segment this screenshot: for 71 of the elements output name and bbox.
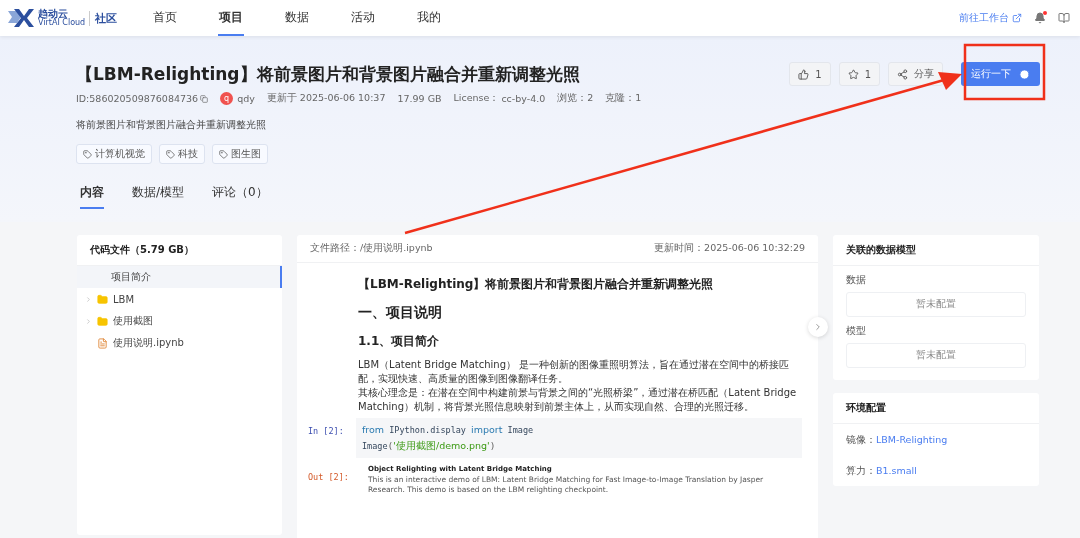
notification-bell-icon[interactable]	[1034, 12, 1046, 24]
community-label: 社区	[89, 10, 118, 26]
paragraph: LBM（Latent Bridge Matching） 是一种创新的图像重照明算法，旨在通过潜在空间中的桥接匹配，实现快速、高质量的图像到图像翻译任务。	[358, 358, 791, 386]
tag-icon	[83, 149, 92, 159]
folder-icon	[97, 315, 108, 327]
share-button[interactable]: 分享	[888, 62, 943, 86]
project-description: 将前景图片和背景图片融合并重新调整光照	[76, 119, 267, 132]
license-value: cc-by-4.0	[501, 93, 546, 104]
update-time: 更新于 2025-06-06 10:37	[266, 92, 386, 105]
tag-chip[interactable]: 计算机视觉	[76, 144, 152, 164]
logo-subtitle: VirtAI Cloud	[38, 19, 86, 27]
expand-icon[interactable]	[85, 317, 92, 325]
book-icon[interactable]	[1058, 12, 1070, 24]
project-size: 17.99 GB	[397, 93, 442, 104]
input-prompt: In [2]:	[308, 425, 345, 438]
empty-slot: 暂未配置	[846, 292, 1026, 317]
expand-icon[interactable]	[85, 295, 92, 303]
tag-icon	[166, 149, 175, 159]
project-id: ID:586020509876084736	[76, 93, 199, 104]
workbench-link[interactable]: 前往工作台	[959, 11, 1022, 25]
file-tree-item[interactable]: 项目简介	[77, 266, 282, 288]
like-button[interactable]: 1	[789, 62, 831, 86]
panel-title: 环境配置	[833, 393, 1039, 424]
content-tab[interactable]: 数据/模型	[132, 184, 185, 209]
file-path: 文件路径：/使用说明.ipynb	[310, 242, 433, 255]
nav-tab[interactable]: 首页	[152, 0, 178, 36]
star-icon	[847, 68, 859, 80]
thumbs-up-icon	[798, 68, 810, 80]
folder-icon	[97, 293, 108, 305]
field-label: 镜像：	[846, 434, 876, 447]
license-label: License：	[453, 92, 500, 105]
field-link[interactable]: LBM-Relighting	[876, 434, 948, 447]
clone-count: 克隆：1	[605, 92, 642, 105]
star-button[interactable]: 1	[838, 62, 880, 86]
section-heading: 一、项目说明	[358, 304, 443, 322]
author-name[interactable]: qdy	[237, 93, 255, 104]
paragraph: 其核心理念是：在潜在空间中构建前景与背景之间的“光照桥梁”，通过潜在桥匹配（Latent Bridge Matching）机制，将背景光照信息映射到前景主体上，从而实现自然、合理的光照迁移。	[358, 386, 798, 414]
file-tree-item[interactable]: 使用截图	[77, 310, 282, 332]
document-title: 【LBM-Relighting】将前景图片和背景图片融合并重新调整光照	[358, 276, 715, 293]
notebook-file-icon	[97, 337, 108, 349]
update-time: 更新时间：2025-06-06 10:32:29	[654, 242, 805, 255]
section-label: 模型	[846, 325, 867, 338]
copy-icon[interactable]	[200, 94, 209, 103]
field-link[interactable]: B1.small	[876, 465, 917, 478]
code-cell: from IPython.display import Image Image('使用截图/demo.png')	[356, 418, 802, 458]
content-tab[interactable]: 评论（0）	[212, 184, 268, 209]
subsection-heading: 1.1、项目简介	[358, 333, 441, 350]
logo-icon	[8, 9, 34, 27]
output-prompt: Out [2]:	[308, 471, 350, 484]
panel-title: 关联的数据模型	[833, 235, 1039, 266]
external-link-icon	[1012, 13, 1022, 23]
tag-icon	[219, 149, 228, 159]
file-tree-item[interactable]: LBM	[77, 288, 282, 310]
nav-tab[interactable]: 数据	[284, 0, 310, 36]
logo-name: 趋动云	[38, 9, 68, 19]
field-label: 算力：	[846, 465, 876, 478]
nav-tab[interactable]: 我的	[416, 0, 442, 36]
nav-tab[interactable]: 活动	[350, 0, 376, 36]
section-label: 数据	[846, 274, 867, 287]
chevron-right-icon	[813, 322, 823, 332]
share-icon	[897, 68, 908, 80]
tag-chip[interactable]: 科技	[159, 144, 205, 164]
tag-chip[interactable]: 图生图	[212, 144, 268, 164]
run-button[interactable]: 运行一下	[961, 62, 1040, 86]
expand-button[interactable]	[808, 317, 828, 337]
content-tab[interactable]: 内容	[80, 184, 104, 209]
project-title: 【LBM-Relighting】将前景图片和背景图片融合并重新调整光照	[76, 62, 580, 86]
author-avatar: q	[220, 92, 234, 105]
file-tree-item[interactable]: 使用说明.ipynb	[77, 332, 282, 354]
empty-slot: 暂未配置	[846, 343, 1026, 368]
view-count: 浏览：2	[557, 92, 594, 105]
